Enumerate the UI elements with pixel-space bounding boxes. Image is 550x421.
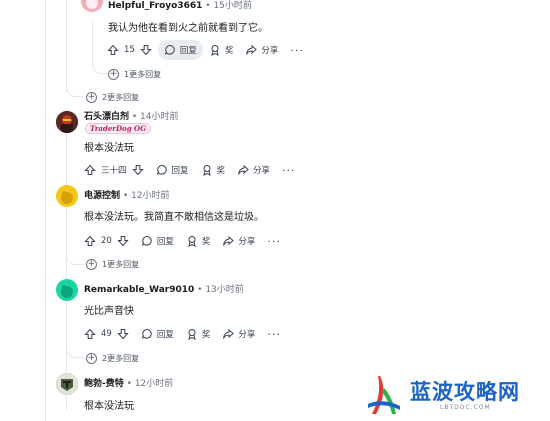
upvote-button[interactable]: 15 [101, 40, 158, 60]
avatar[interactable] [56, 111, 78, 133]
watermark-url: LBTDOC.COM [440, 404, 491, 411]
more-replies-link[interactable]: + 1更多回复 [108, 67, 161, 81]
comment-actions: 三十四 回复 奖 分享 ··· [78, 160, 302, 180]
vote-count: 三十四 [101, 166, 127, 176]
award-button[interactable]: 奖 [180, 324, 217, 344]
award-button[interactable]: 奖 [180, 231, 217, 251]
arrow-up-icon [84, 164, 96, 175]
comment-time: 15小时前 [213, 1, 252, 11]
upvote-button[interactable]: 三十四 [78, 160, 150, 180]
award-button[interactable]: 奖 [203, 40, 240, 60]
arrow-up-icon [84, 235, 96, 246]
share-icon [246, 44, 258, 55]
comment-author[interactable]: 鲍勃-费特 • 12小时前 [84, 378, 173, 390]
vote-count: 49 [101, 329, 112, 339]
more-options-icon[interactable]: ··· [261, 231, 287, 251]
reply-button[interactable]: 回复 [135, 231, 180, 251]
watermark-logo-icon [366, 374, 402, 418]
avatar[interactable] [56, 373, 78, 395]
comment-author[interactable]: Remarkable_War9010 • 13小时前 [84, 284, 244, 296]
more-options-icon[interactable]: ··· [261, 324, 287, 344]
more-replies-link[interactable]: + 1更多回复 [86, 257, 139, 271]
arrow-down-icon[interactable] [131, 164, 144, 176]
thread-curve [66, 252, 84, 265]
chat-bubble-icon [141, 235, 152, 246]
more-replies-link[interactable]: + 2更多回复 [86, 351, 139, 365]
chat-bubble-icon [141, 328, 152, 339]
more-options-icon[interactable]: ··· [284, 40, 310, 60]
share-icon [238, 164, 249, 175]
plus-circle-icon: + [108, 68, 119, 80]
comment-time: 12小时前 [131, 191, 170, 201]
avatar[interactable] [81, 0, 103, 12]
arrow-down-icon[interactable] [117, 328, 129, 340]
vote-count: 15 [124, 45, 135, 55]
thread-line [66, 0, 67, 92]
award-icon [202, 165, 211, 176]
comment-body: 根本没法玩 [84, 401, 134, 412]
plus-circle-icon: + [86, 258, 97, 270]
watermark-title: 蓝波攻略网 [410, 380, 520, 404]
reply-button[interactable]: 回复 [157, 40, 203, 60]
award-icon [211, 45, 219, 56]
reply-button[interactable]: 回复 [135, 324, 180, 344]
avatar[interactable] [56, 185, 78, 207]
thread-curve [66, 84, 84, 97]
avatar[interactable] [56, 279, 78, 301]
award-icon [188, 236, 196, 247]
comment-author[interactable]: 石头漂白剂 • 14小时前 [84, 111, 179, 123]
comment-body: 光比声音快 [84, 306, 134, 317]
comment-time: 14小时前 [140, 112, 179, 122]
comment-time: 12小时前 [134, 379, 174, 389]
share-button[interactable]: 分享 [239, 40, 284, 60]
thread-curve [92, 60, 108, 74]
comment-actions: 49 回复 奖 分享 ··· [78, 324, 287, 344]
comment-time: 13小时前 [205, 285, 244, 295]
comment-body: 根本没法玩。我简直不敢相信这是垃圾。 [84, 212, 264, 223]
share-button[interactable]: 分享 [216, 231, 261, 251]
share-button[interactable]: 分享 [216, 324, 261, 344]
comment-author[interactable]: 电源控制 • 12小时前 [84, 190, 170, 202]
comment-body: 我认为他在看到火之前就看到了它。 [108, 23, 268, 34]
more-options-icon[interactable]: ··· [276, 160, 302, 180]
thread-line-inner [92, 20, 93, 64]
comment-actions: 20 回复 奖 分享 ··· [78, 231, 287, 251]
share-icon [223, 235, 235, 246]
chat-bubble-icon [156, 164, 167, 175]
thread-line-outer [45, 0, 46, 421]
comment-actions: 15 回复 奖 分享 ··· [101, 40, 310, 60]
award-icon [188, 329, 196, 340]
thread-curve [66, 345, 84, 358]
chat-bubble-icon [164, 44, 175, 55]
comment-body: 根本没法玩 [84, 143, 134, 154]
share-button[interactable]: 分享 [231, 160, 276, 180]
arrow-up-icon [107, 44, 119, 55]
arrow-down-icon[interactable] [117, 235, 129, 247]
plus-circle-icon: + [86, 352, 97, 364]
plus-circle-icon: + [86, 91, 97, 103]
vote-count: 20 [101, 236, 112, 246]
award-button[interactable]: 奖 [195, 160, 232, 180]
upvote-button[interactable]: 49 [78, 324, 135, 344]
arrow-down-icon[interactable] [140, 44, 152, 56]
arrow-up-icon [84, 328, 96, 339]
comment-author[interactable]: Helpful_Froyo3661 • 15小时前 [108, 0, 252, 12]
more-replies-link[interactable]: + 2更多回复 [86, 90, 139, 104]
reply-button[interactable]: 回复 [150, 160, 195, 180]
user-flair: TraderDog OG [85, 123, 152, 134]
share-icon [223, 328, 235, 339]
upvote-button[interactable]: 20 [78, 231, 135, 251]
